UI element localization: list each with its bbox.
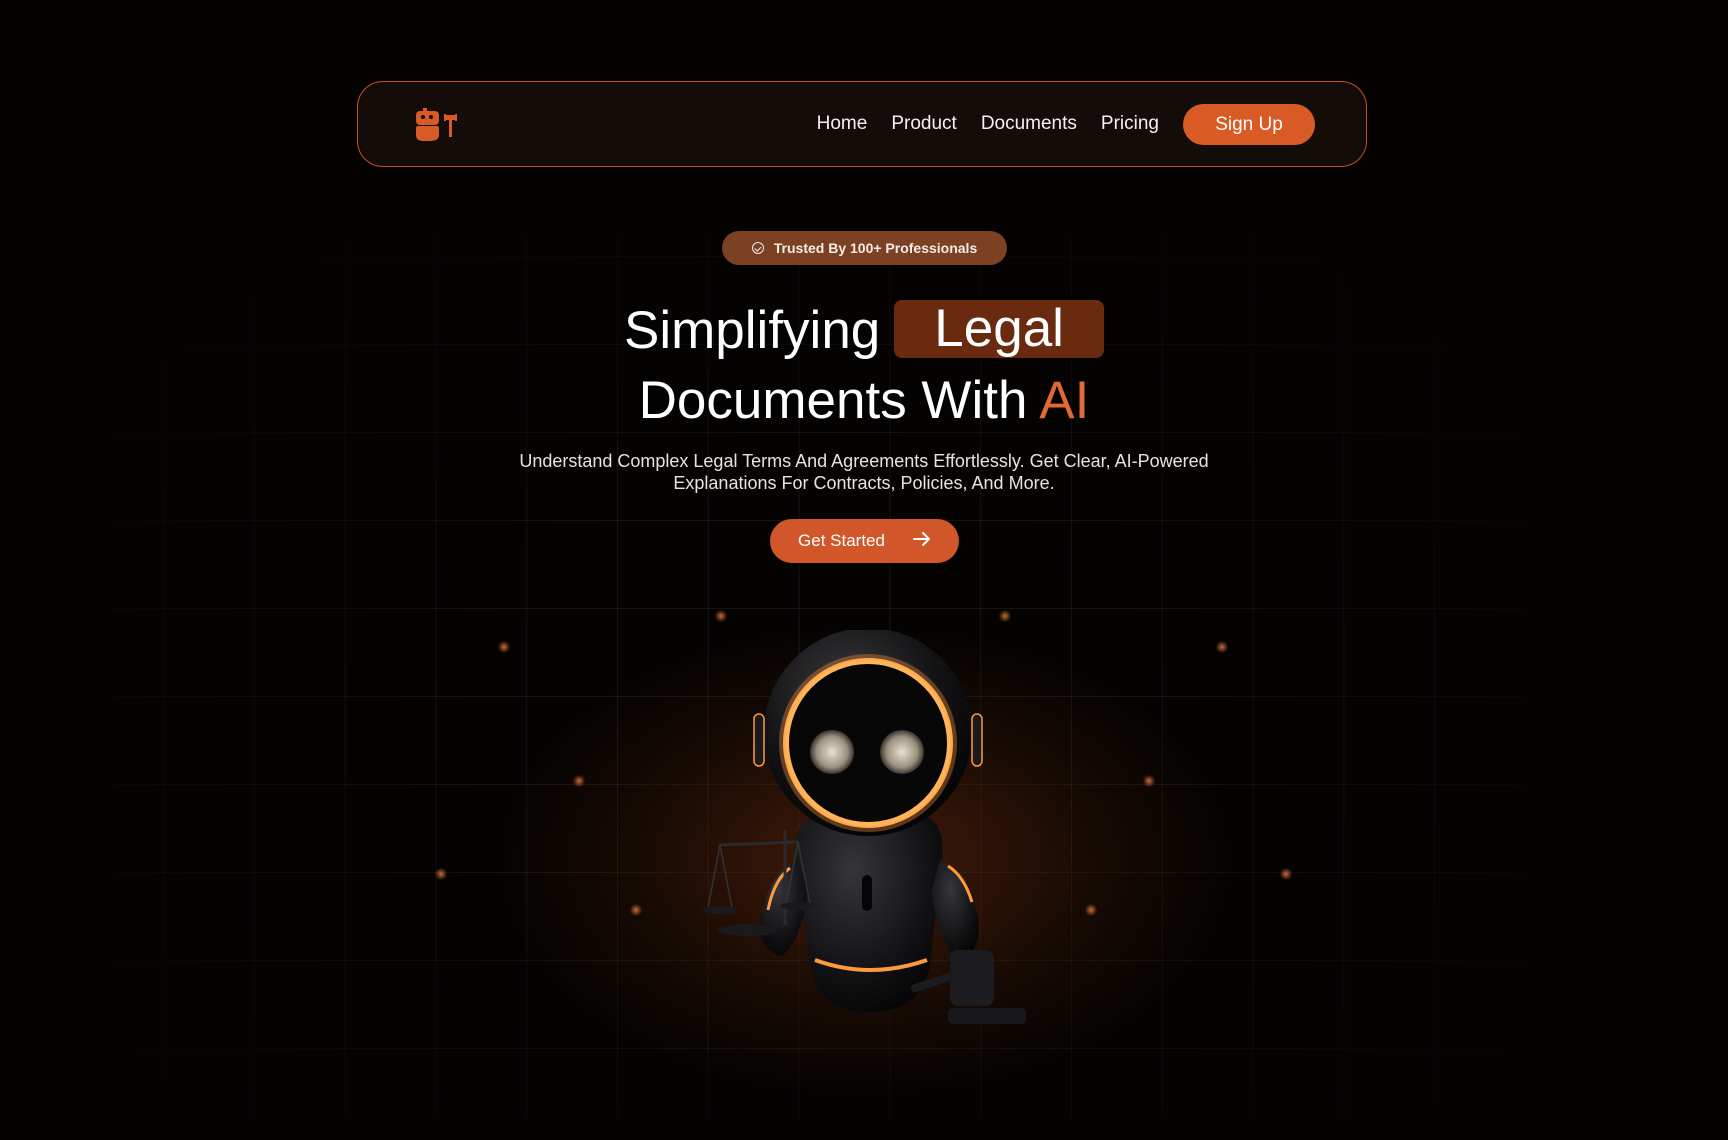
glow-dot — [715, 610, 727, 622]
navbar: Home Product Documents Pricing Sign Up — [357, 81, 1367, 167]
headline-part1: Simplifying — [624, 301, 881, 360]
check-circle-icon — [751, 242, 764, 254]
glow-dot — [435, 868, 447, 880]
glow-dot — [573, 775, 585, 787]
headline-part2: Documents With — [638, 371, 1028, 430]
nav-link-pricing[interactable]: Pricing — [1101, 113, 1159, 135]
hero-subtitle: Understand Complex Legal Terms And Agree… — [519, 451, 1209, 493]
get-started-button[interactable]: Get Started — [770, 519, 959, 563]
robot-gavel-logo-icon[interactable] — [415, 108, 459, 142]
sign-up-button[interactable]: Sign Up — [1183, 104, 1315, 145]
glow-dot — [999, 610, 1011, 622]
headline-accent: AI — [1039, 371, 1090, 430]
nav-link-home[interactable]: Home — [817, 113, 868, 135]
trusted-badge-label: Trusted By 100+ Professionals — [773, 240, 978, 256]
get-started-label: Get Started — [798, 531, 885, 550]
nav-link-documents[interactable]: Documents — [981, 113, 1077, 135]
nav-links: Home Product Documents Pricing — [817, 82, 1159, 166]
hero-headline: Simplifying Legal Documents With AI — [0, 296, 1728, 436]
arrow-right-icon — [912, 531, 931, 551]
nav-link-product[interactable]: Product — [891, 113, 956, 135]
glow-dot — [1085, 904, 1097, 916]
glow-dot — [498, 641, 510, 653]
glow-dot — [630, 904, 642, 916]
robot-judge-illustration — [690, 628, 1050, 1050]
headline-highlight: Legal — [894, 300, 1104, 358]
glow-dot — [1216, 641, 1228, 653]
glow-dot — [1280, 868, 1292, 880]
glow-dot — [1143, 775, 1155, 787]
trusted-badge: Trusted By 100+ Professionals — [722, 231, 1007, 265]
